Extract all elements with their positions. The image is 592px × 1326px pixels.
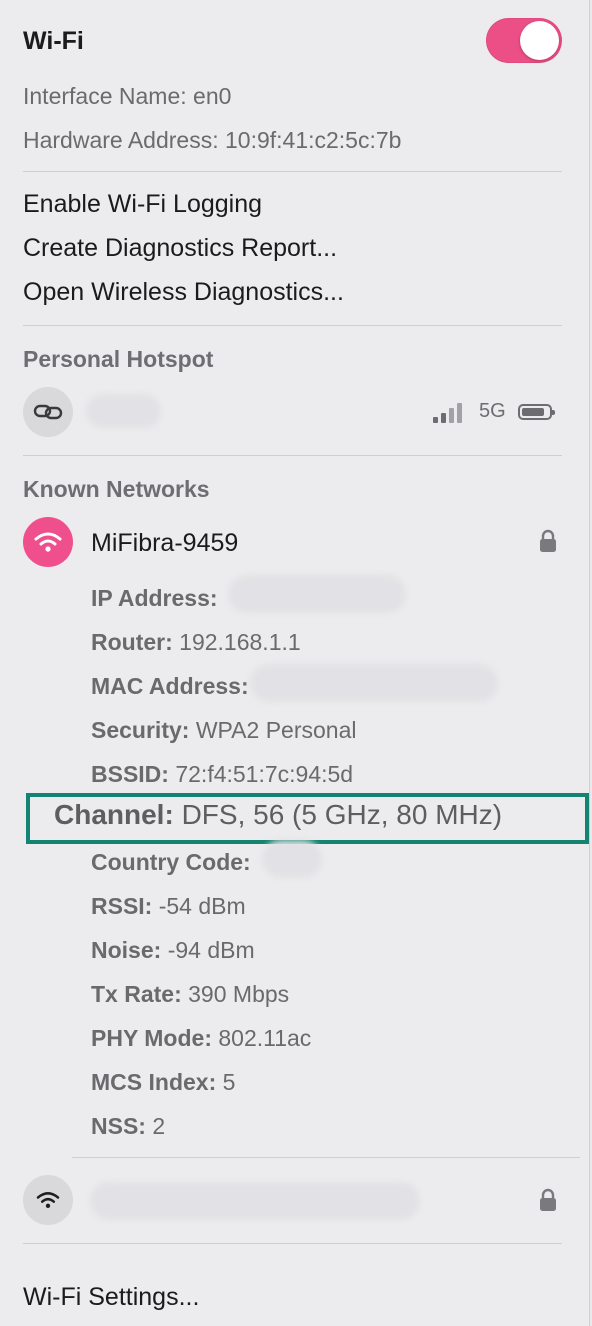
hardware-address-label: Hardware Address:: [23, 127, 219, 153]
redacted-ip-address: [228, 575, 406, 613]
create-diagnostics-report-item[interactable]: Create Diagnostics Report...: [23, 234, 337, 263]
wifi-settings-item[interactable]: Wi-Fi Settings...: [23, 1283, 199, 1312]
channel-row: Channel: DFS, 56 (5 GHz, 80 MHz): [54, 799, 502, 831]
security-row: Security: WPA2 Personal: [91, 717, 356, 744]
detail-label: Tx Rate:: [91, 981, 182, 1007]
detail-value: 72:f4:51:7c:94:5d: [175, 761, 354, 787]
channel-value: DFS, 56 (5 GHz, 80 MHz): [181, 799, 503, 830]
detail-value: 5: [222, 1069, 236, 1095]
nss-row: NSS: 2: [91, 1113, 165, 1140]
lock-icon: [539, 529, 557, 558]
separator: [23, 171, 562, 172]
country-code-row: Country Code:: [91, 849, 251, 876]
detail-label: Router:: [91, 629, 173, 655]
detail-label: RSSI:: [91, 893, 153, 919]
open-wireless-diagnostics-item[interactable]: Open Wireless Diagnostics...: [23, 278, 344, 307]
other-network-row[interactable]: [0, 1173, 590, 1229]
menu-title: Wi-Fi: [23, 27, 84, 55]
detail-label: Country Code:: [91, 849, 251, 875]
detail-value: 2: [152, 1113, 166, 1139]
redacted-mac-address: [250, 664, 498, 702]
detail-label: MCS Index:: [91, 1069, 217, 1095]
detail-value: 390 Mbps: [188, 981, 290, 1007]
hardware-address-row: Hardware Address: 10:9f:41:c2:5c:7b: [23, 127, 401, 154]
detail-value: 802.11ac: [218, 1025, 312, 1051]
detail-value: WPA2 Personal: [195, 717, 357, 743]
phy-mode-row: PHY Mode: 802.11ac: [91, 1025, 311, 1052]
separator: [23, 455, 562, 456]
hardware-address-value: 10:9f:41:c2:5c:7b: [224, 127, 402, 153]
detail-label: IP Address:: [91, 585, 218, 611]
detail-label: Security:: [91, 717, 190, 743]
personal-hotspot-heading: Personal Hotspot: [23, 346, 214, 372]
wifi-icon: [23, 1175, 73, 1225]
signal-bars-icon: [433, 403, 462, 423]
tx-rate-row: Tx Rate: 390 Mbps: [91, 981, 289, 1008]
noise-row: Noise: -94 dBm: [91, 937, 255, 964]
network-name: MiFibra-9459: [91, 529, 239, 557]
known-network-row[interactable]: MiFibra-9459: [0, 515, 590, 571]
separator: [23, 1243, 562, 1244]
lock-icon: [539, 1188, 557, 1217]
hotspot-device-name: [86, 394, 161, 428]
hotspot-device-row[interactable]: 5G: [0, 384, 590, 440]
toggle-knob: [520, 21, 559, 60]
battery-icon: [518, 404, 555, 420]
mcs-index-row: MCS Index: 5: [91, 1069, 235, 1096]
separator: [23, 325, 562, 326]
separator: [72, 1157, 580, 1158]
channel-label: Channel:: [54, 799, 174, 830]
detail-label: PHY Mode:: [91, 1025, 212, 1051]
detail-value: -54 dBm: [158, 893, 246, 919]
router-row: Router: 192.168.1.1: [91, 629, 301, 656]
interface-name-row: Interface Name: en0: [23, 83, 231, 110]
detail-label: BSSID:: [91, 761, 169, 787]
ip-address-row: IP Address:: [91, 585, 218, 612]
interface-name-value: en0: [193, 83, 232, 109]
mac-address-row: MAC Address:: [91, 673, 249, 700]
redacted-country-code: [262, 840, 322, 878]
wifi-toggle[interactable]: [486, 18, 562, 63]
detail-label: Noise:: [91, 937, 162, 963]
known-networks-heading: Known Networks: [23, 476, 210, 502]
redacted-network-name: [90, 1182, 420, 1220]
wifi-menu: Wi-Fi Interface Name: en0 Hardware Addre…: [0, 0, 590, 1326]
detail-label: MAC Address:: [91, 673, 249, 699]
rssi-row: RSSI: -54 dBm: [91, 893, 246, 920]
detail-value: 192.168.1.1: [179, 629, 301, 655]
link-icon: [23, 387, 73, 437]
enable-wifi-logging-item[interactable]: Enable Wi-Fi Logging: [23, 190, 262, 219]
interface-name-label: Interface Name:: [23, 83, 187, 109]
bssid-row: BSSID: 72:f4:51:7c:94:5d: [91, 761, 353, 788]
detail-label: NSS:: [91, 1113, 146, 1139]
detail-value: -94 dBm: [167, 937, 255, 963]
wifi-icon: [23, 517, 73, 567]
network-type-label: 5G: [479, 400, 506, 422]
